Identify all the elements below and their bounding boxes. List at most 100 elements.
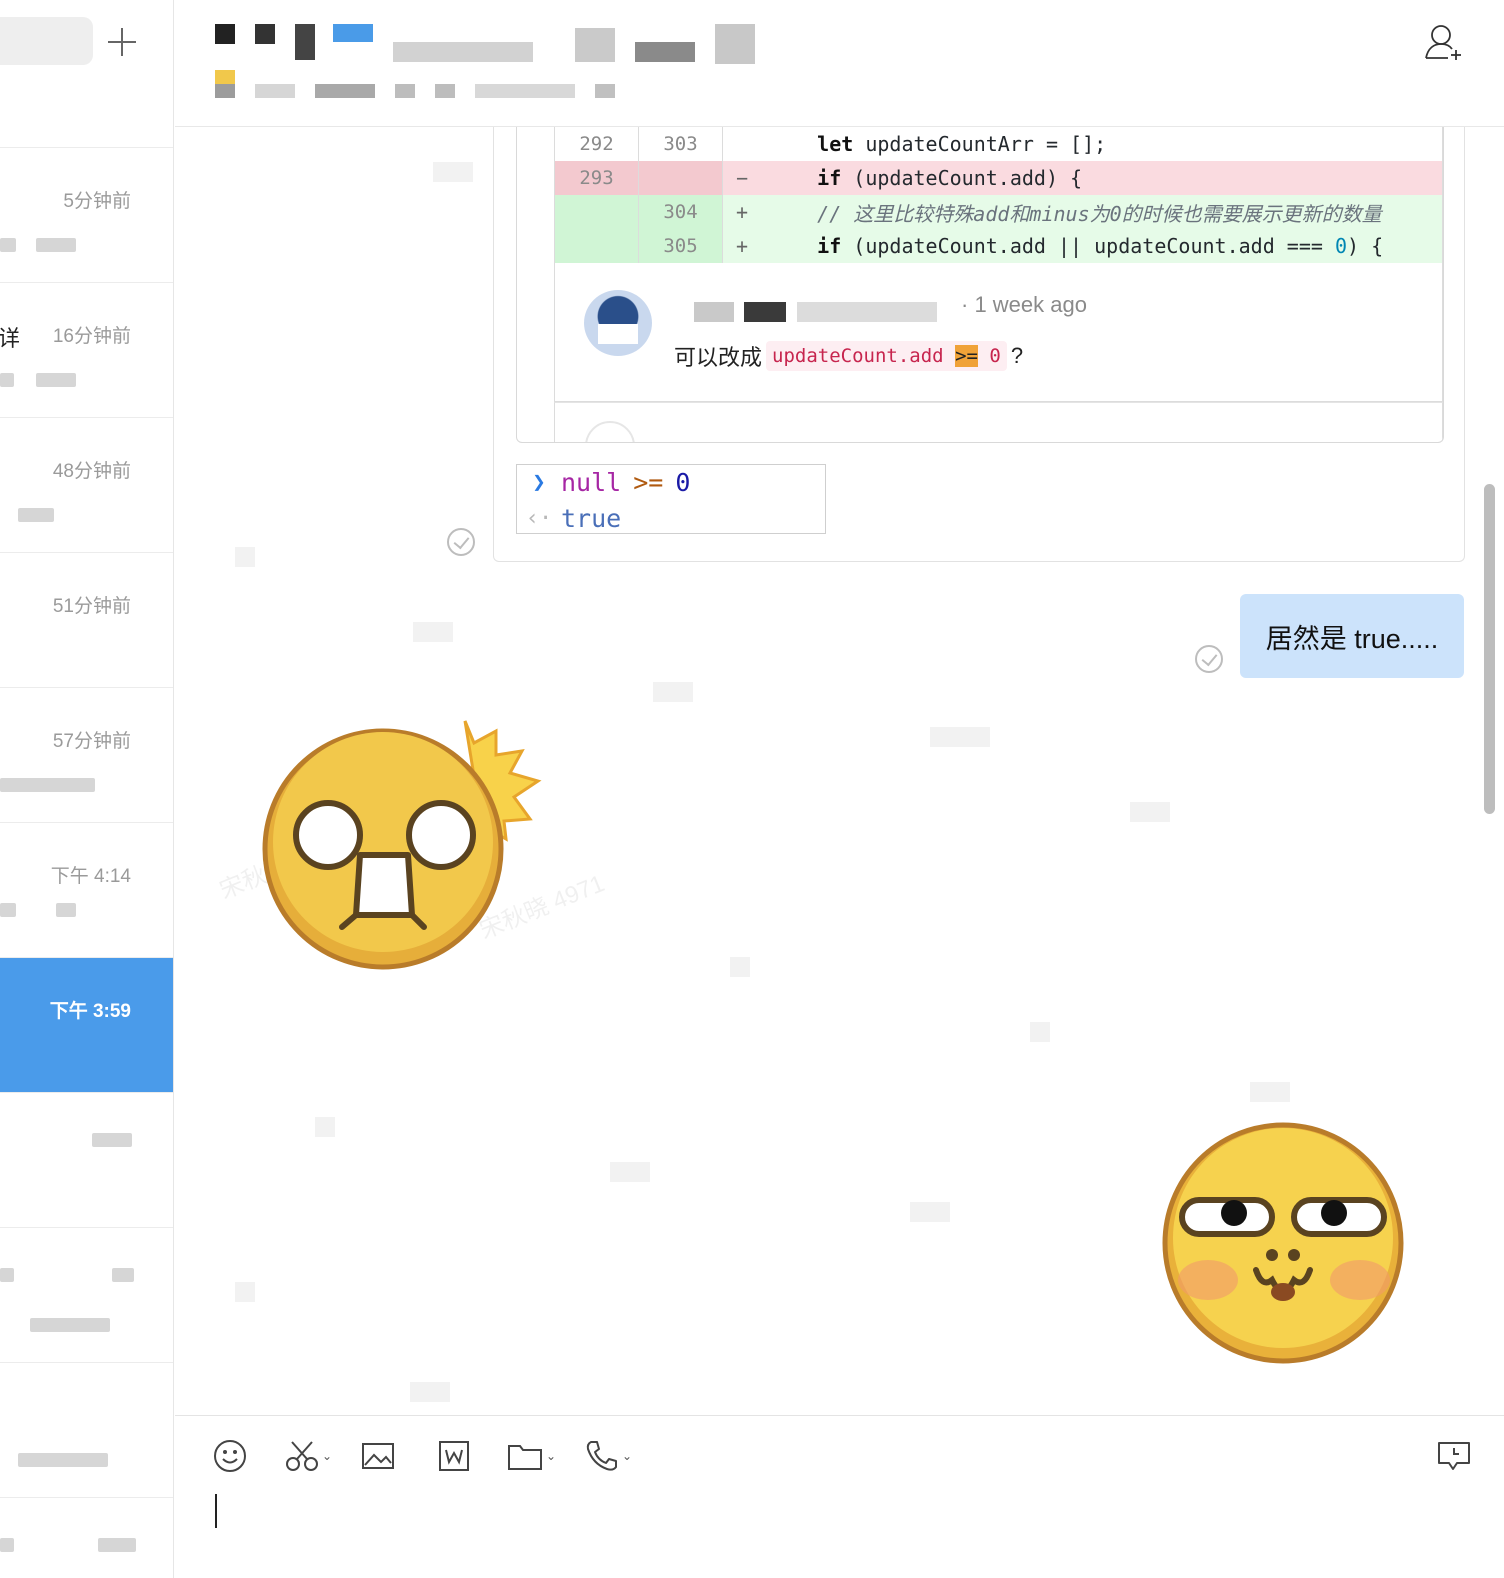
redacted-preview [112, 1268, 134, 1282]
noise-block [930, 727, 990, 747]
inline-code-a: updateCount.add [772, 345, 944, 367]
noise-block [1030, 1022, 1050, 1042]
redacted-preview [92, 1133, 132, 1147]
conversation-item[interactable] [0, 1228, 173, 1363]
scissors-icon [286, 1441, 318, 1471]
diff-code: if (updateCount.add || updateCount.add =… [817, 234, 1384, 258]
emoji-icon [214, 1440, 246, 1472]
noise-block [413, 622, 453, 642]
redacted-preview [0, 238, 16, 252]
noise-block [1130, 802, 1170, 822]
read-receipt-icon [447, 528, 475, 556]
old-line-number: 293 [555, 161, 639, 195]
new-line-number: 304 [639, 195, 723, 229]
conversation-item[interactable]: 48分钟前 [0, 418, 173, 553]
next-review-cutoff [554, 402, 1443, 442]
conversation-item[interactable]: 5分钟前 [0, 148, 173, 283]
chat-scrollbar[interactable] [1484, 484, 1495, 814]
old-line-number [555, 195, 639, 229]
noise-block [610, 1162, 650, 1182]
chat-subtitle-redacted [215, 70, 615, 100]
console-output-row: ‹· true [517, 501, 621, 535]
chevron-right-icon: ❯ [532, 469, 546, 495]
plus-icon[interactable] [104, 24, 140, 60]
inline-code: updateCount.add >= 0 [766, 341, 1007, 371]
conversation-item[interactable] [0, 1363, 173, 1498]
diff-code: if (updateCount.add) { [817, 166, 1083, 190]
message-composer[interactable]: ⌄ ⌄ ⌄ [175, 1415, 1504, 1578]
redacted-preview [0, 778, 95, 792]
code-review-screenshot: 292 303 let updateCountArr = []; 293 − if (… [516, 127, 1444, 443]
old-line-number [555, 229, 639, 263]
console-input-right: 0 [675, 467, 691, 497]
review-text-suffix: ? [1010, 343, 1024, 368]
search-input[interactable] [0, 17, 93, 65]
chevron-down-icon: ⌄ [622, 1449, 633, 1463]
noise-block [410, 1382, 450, 1402]
redacted-preview [98, 1538, 136, 1552]
add-member-icon[interactable] [1424, 22, 1464, 62]
redacted-preview [18, 1453, 108, 1467]
diff-code: let updateCountArr = []; [817, 132, 1107, 156]
conversation-time: 57分钟前 [52, 731, 131, 752]
return-arrow-icon: ‹· [525, 505, 553, 531]
new-line-number [639, 161, 723, 195]
review-comment: · 1 week ago 可以改成 updateCount.add >= 0 ? [554, 262, 1443, 402]
review-text: 可以改成 updateCount.add >= 0 ? [674, 340, 1023, 372]
console-output: true [561, 503, 622, 533]
smirk-face-sticker[interactable] [1160, 1120, 1410, 1370]
noise-block [730, 957, 750, 977]
word-doc-icon [439, 1441, 469, 1471]
image-message[interactable]: 292 303 let updateCountArr = []; 293 − if (… [493, 127, 1465, 562]
conversation-time: 51分钟前 [52, 596, 131, 617]
message-area[interactable]: 宋秋晓 4971 宋秋晓 4971 292303 let updateCount… [175, 127, 1485, 1415]
console-input-op: >= [633, 467, 664, 497]
conversation-item[interactable]: 57分钟前 [0, 688, 173, 823]
redacted-preview [36, 373, 76, 387]
conversation-item[interactable]: 3:52 [0, 1093, 173, 1228]
sidebar-top [0, 0, 173, 148]
diff-sign: − [735, 166, 749, 190]
conversation-name-fragment: 详 [0, 326, 21, 351]
conversation-item[interactable]: 16分钟前 详 [0, 283, 173, 418]
noise-block [315, 1117, 335, 1137]
call-button[interactable]: ⌄ [585, 1438, 632, 1474]
chevron-down-icon: ⌄ [546, 1449, 557, 1463]
new-line-number: 303 [639, 127, 723, 161]
conversation-item[interactable]: 51分钟前 [0, 553, 173, 688]
chat-history-button[interactable] [1437, 1438, 1471, 1474]
redacted-preview [56, 903, 76, 917]
emoji-button[interactable] [213, 1438, 247, 1474]
diff-code: // 这里比较特殊add和minus为0的时候也需要展示更新的数量 [817, 201, 1382, 226]
redacted-preview [0, 1538, 14, 1552]
redacted-preview [0, 373, 14, 387]
image-button[interactable] [361, 1438, 395, 1474]
conversation-time: 5分钟前 [63, 191, 131, 212]
new-line-number: 305 [639, 229, 723, 263]
diff-sign: + [735, 200, 749, 224]
noise-block [433, 162, 473, 182]
shocked-face-sticker[interactable] [260, 717, 550, 982]
conversation-item[interactable]: 下午 4:14 [0, 823, 173, 958]
diff-sign: + [735, 234, 749, 258]
console-input-left: null [561, 467, 622, 497]
folder-icon [508, 1445, 542, 1470]
redacted-preview [30, 1318, 110, 1332]
conversation-list: 5分钟前 16分钟前 详 48分钟前 51分钟前 57分钟前下午 4:14 下午 3:59 3… [0, 148, 173, 1578]
conversation-item[interactable] [0, 1498, 173, 1578]
conversation-item[interactable]: 下午 3:59 [0, 958, 173, 1093]
noise-block [235, 547, 255, 567]
old-line-number: 292 [555, 127, 639, 161]
redacted-preview [18, 508, 54, 522]
text-cursor[interactable] [215, 1494, 217, 1528]
outgoing-message-bubble[interactable]: 居然是 true..... [1240, 594, 1464, 678]
image-icon [362, 1443, 394, 1469]
screenshot-button[interactable]: ⌄ [285, 1438, 332, 1474]
read-receipt-icon [1195, 645, 1223, 673]
document-button[interactable] [437, 1438, 471, 1474]
noise-block [235, 1282, 255, 1302]
conversation-time: 16分钟前 [52, 326, 131, 347]
conversation-time: 下午 4:14 [50, 866, 131, 887]
avatar [584, 290, 652, 356]
file-button[interactable]: ⌄ [507, 1438, 556, 1474]
